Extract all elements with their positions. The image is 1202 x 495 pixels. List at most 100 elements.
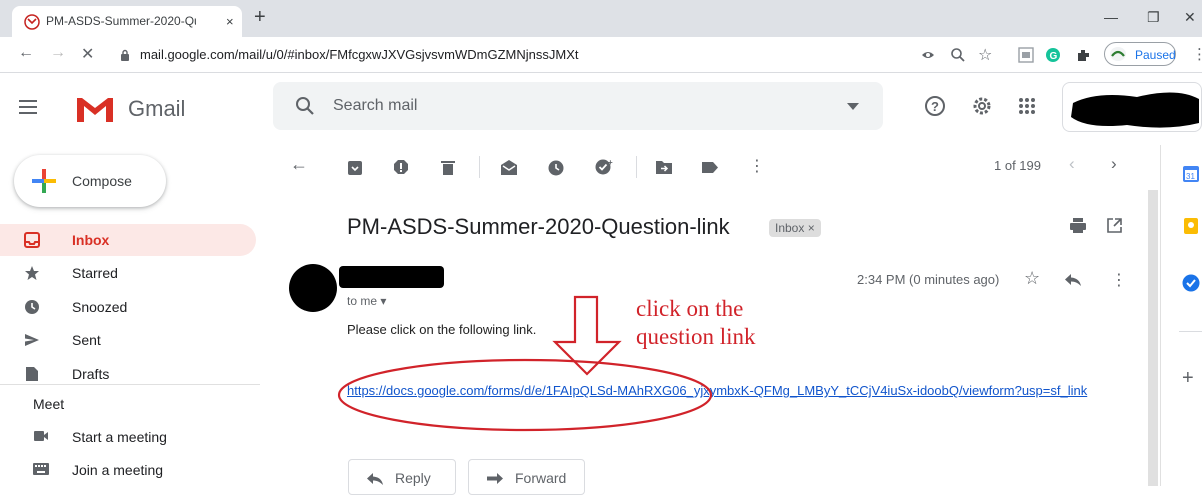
meet-section-title: Meet <box>33 396 65 412</box>
svg-text:G: G <box>1050 51 1058 62</box>
profile-avatar-icon <box>1110 47 1126 61</box>
inbox-icon <box>24 232 40 248</box>
sidebar-item-label: Inbox <box>72 232 110 248</box>
search-input[interactable]: Search mail <box>333 97 417 115</box>
gmail-logo-icon[interactable] <box>75 94 115 124</box>
calendar-icon[interactable]: 31 <box>1182 165 1200 183</box>
forward-button[interactable]: Forward <box>468 459 585 495</box>
gmail-favicon-icon <box>24 14 40 30</box>
inbox-label-chip[interactable]: Inbox × <box>769 219 821 237</box>
get-addons-plus-icon[interactable]: + <box>1182 367 1194 390</box>
forward-icon[interactable]: → <box>50 44 66 62</box>
extension-doc-icon[interactable] <box>1018 47 1034 63</box>
main-menu-icon[interactable] <box>19 100 37 114</box>
tab-close-icon[interactable]: × <box>226 14 234 29</box>
toolbar-divider <box>636 156 637 178</box>
sidebar-item-label: Drafts <box>72 366 110 382</box>
open-new-window-icon[interactable] <box>1107 218 1122 233</box>
sidebar-item-inbox[interactable]: Inbox <box>0 224 256 256</box>
stop-loading-icon[interactable]: ✕ <box>81 44 94 64</box>
settings-gear-icon[interactable] <box>971 95 993 117</box>
sidebar-item-start-meeting[interactable]: Start a meeting <box>0 421 256 453</box>
message-subject: PM-ASDS-Summer-2020-Question-link <box>347 214 730 239</box>
sidebar-divider <box>0 384 260 385</box>
grammarly-icon[interactable]: G <box>1045 47 1061 63</box>
help-icon[interactable]: ? <box>924 95 946 117</box>
forward-icon <box>487 473 503 484</box>
delete-trash-icon[interactable] <box>441 159 455 176</box>
sidebar-item-label: Starred <box>72 265 118 281</box>
snooze-clock-icon[interactable] <box>548 160 564 176</box>
profile-paused-chip[interactable]: Paused <box>1104 42 1176 66</box>
zoom-icon[interactable] <box>950 47 966 63</box>
reply-arrow-icon[interactable] <box>1065 274 1081 286</box>
older-chevron-icon[interactable]: › <box>1111 154 1117 174</box>
search-options-icon[interactable] <box>847 103 859 111</box>
search-icon[interactable] <box>295 96 315 116</box>
message-scrollbar[interactable] <box>1148 190 1158 486</box>
sidebar-item-sent[interactable]: Sent <box>0 324 256 356</box>
side-panel: 31 + <box>1160 145 1202 486</box>
annotation-line-1: click on the <box>636 296 744 321</box>
back-icon[interactable]: ← <box>18 44 34 62</box>
video-icon <box>34 431 48 441</box>
archive-icon[interactable] <box>347 160 363 176</box>
address-bar-url[interactable]: mail.google.com/mail/u/0/#inbox/FMfcgxwJ… <box>140 47 578 62</box>
annotation-text: click on the question link <box>636 295 755 351</box>
sidebar-item-label: Start a meeting <box>72 429 167 445</box>
print-icon[interactable] <box>1070 218 1086 233</box>
new-tab-button[interactable]: + <box>254 6 266 29</box>
sidebar-item-label: Join a meeting <box>72 462 164 478</box>
draft-icon <box>26 367 38 381</box>
mark-unread-icon[interactable] <box>500 159 518 176</box>
sidebar-item-join-meeting[interactable]: Join a meeting <box>0 454 256 486</box>
paused-label: Paused <box>1135 48 1176 62</box>
move-to-icon[interactable] <box>655 160 673 175</box>
reply-icon <box>367 473 383 485</box>
add-to-tasks-icon[interactable]: + <box>595 158 614 177</box>
reply-button[interactable]: Reply <box>348 459 456 495</box>
tasks-icon[interactable] <box>1182 274 1200 292</box>
pagination-count: 1 of 199 <box>994 158 1041 173</box>
more-actions-icon[interactable]: ⋮ <box>749 156 765 176</box>
message-time: 2:34 PM (0 minutes ago) <box>857 272 1000 287</box>
star-icon <box>25 266 39 280</box>
restore-icon[interactable]: ❐ <box>1147 9 1160 26</box>
toolbar-divider <box>479 156 480 178</box>
compose-button[interactable]: Compose <box>14 155 166 207</box>
star-message-icon[interactable]: ☆ <box>1024 268 1040 289</box>
sidebar-item-drafts[interactable]: Drafts <box>0 358 256 384</box>
sender-avatar[interactable] <box>289 264 337 312</box>
newer-chevron-icon[interactable]: ‹ <box>1069 154 1075 174</box>
forward-label: Forward <box>515 470 567 486</box>
bookmark-star-icon[interactable]: ☆ <box>978 45 992 65</box>
account-switcher[interactable] <box>1062 82 1202 132</box>
app-name: Gmail <box>128 96 186 121</box>
annotation-ellipse <box>337 358 713 432</box>
extensions-puzzle-icon[interactable] <box>1076 47 1092 63</box>
svg-text:31: 31 <box>1186 172 1195 181</box>
sidebar-item-label: Sent <box>72 332 101 348</box>
browser-tab[interactable]: PM-ASDS-Summer-2020-Questio × <box>12 6 242 37</box>
send-icon <box>25 334 39 346</box>
back-to-inbox-icon[interactable]: ← <box>290 154 308 175</box>
keep-icon[interactable] <box>1182 217 1200 235</box>
sidebar-item-snoozed[interactable]: Snoozed <box>0 291 256 323</box>
minimize-icon[interactable]: — <box>1104 9 1118 25</box>
account-avatar <box>1071 92 1199 128</box>
eye-extension-icon[interactable] <box>921 48 935 62</box>
clock-icon <box>25 300 39 314</box>
tab-title: PM-ASDS-Summer-2020-Questio <box>46 14 196 28</box>
apps-grid-icon[interactable] <box>1018 97 1036 115</box>
browser-menu-icon[interactable]: ⋮ <box>1192 45 1202 63</box>
search-box[interactable]: Search mail <box>273 82 883 130</box>
svg-text:?: ? <box>931 99 939 114</box>
annotation-line-2: question link <box>636 324 756 349</box>
browser-toolbar: ← → ✕ mail.google.com/mail/u/0/#inbox/FM… <box>0 37 1202 73</box>
lock-icon <box>121 49 129 61</box>
message-more-icon[interactable]: ⋮ <box>1111 270 1127 290</box>
label-tag-icon[interactable] <box>701 161 719 174</box>
sidebar-item-starred[interactable]: Starred <box>0 257 256 289</box>
report-spam-icon[interactable] <box>393 159 409 176</box>
window-close-icon[interactable]: ✕ <box>1184 9 1196 26</box>
